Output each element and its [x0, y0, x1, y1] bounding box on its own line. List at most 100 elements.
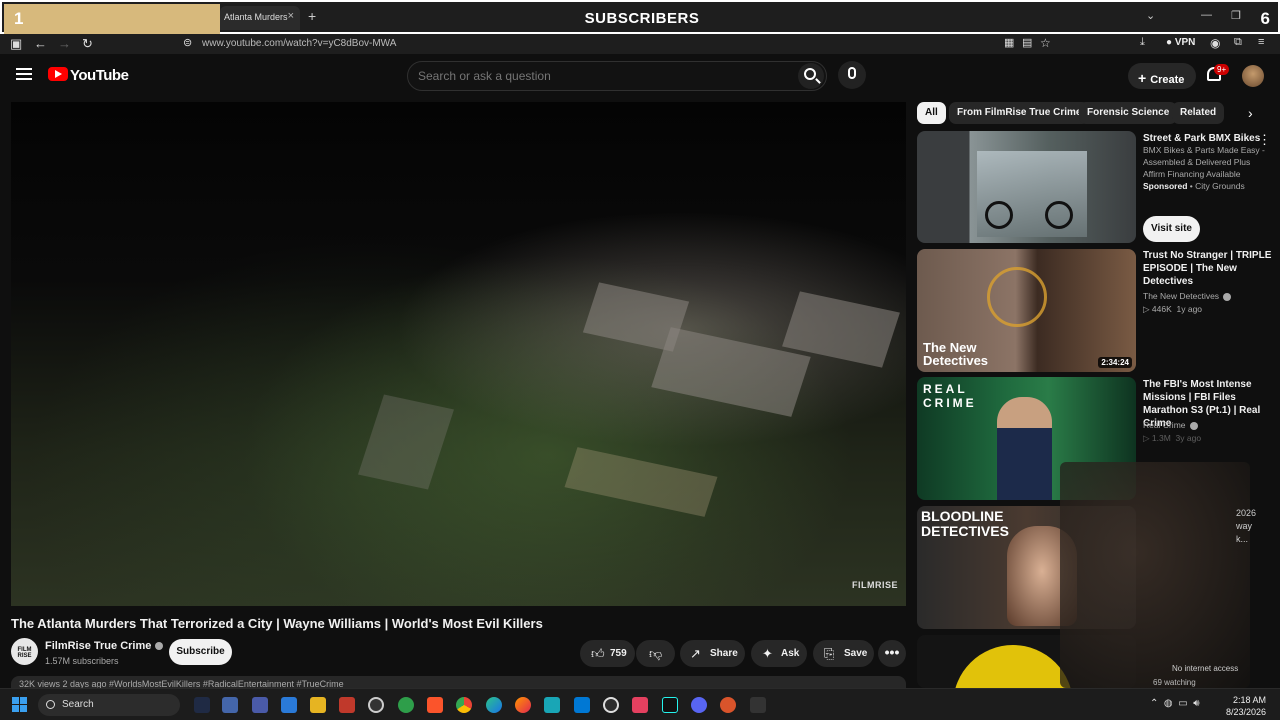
- reader-icon[interactable]: ▤: [1022, 36, 1032, 49]
- tab-title: Atlanta Murders: [224, 12, 288, 22]
- share-button[interactable]: ↗ Share: [680, 640, 745, 667]
- edge-icon[interactable]: [486, 697, 502, 713]
- discord-icon[interactable]: [691, 697, 707, 713]
- partial-text-line: 2026: [1236, 508, 1257, 518]
- plus-icon: +: [1138, 70, 1147, 86]
- app-icon[interactable]: [632, 697, 648, 713]
- hamburger-menu-icon[interactable]: [16, 68, 32, 80]
- upload-age: 3y ago: [1175, 433, 1202, 443]
- channel-name[interactable]: Real Crime: [1143, 419, 1273, 431]
- extensions-icon[interactable]: ⧉: [1234, 36, 1242, 49]
- view-count: 446K: [1151, 304, 1172, 314]
- app-icon[interactable]: [544, 697, 560, 713]
- video-thumbnail[interactable]: The New Detectives 2:34:24: [917, 249, 1136, 372]
- browser-tab[interactable]: Atlanta Murders ×: [220, 6, 300, 30]
- app-icon[interactable]: [398, 697, 414, 713]
- minimize-button[interactable]: —: [1201, 9, 1212, 21]
- forward-arrow-icon[interactable]: →: [58, 36, 71, 51]
- video-frame-shape: [564, 447, 718, 517]
- bookmark-icon: ⎘: [824, 646, 835, 661]
- tab-list-chevron-icon[interactable]: ⌄: [1146, 9, 1155, 22]
- share-arrow-icon: ↗: [690, 646, 701, 661]
- github-icon[interactable]: [603, 697, 619, 713]
- app-icon[interactable]: [750, 697, 766, 713]
- chip-forensic-science[interactable]: Forensic Science: [1079, 102, 1178, 124]
- logo-shape: [953, 645, 1073, 688]
- youtube-wordmark[interactable]: YouTube: [70, 67, 129, 84]
- app-icon[interactable]: [252, 697, 268, 713]
- video-frame-shape: [358, 394, 454, 490]
- chip-related[interactable]: Related: [1172, 102, 1225, 124]
- download-icon[interactable]: ⤓: [1140, 36, 1145, 49]
- vpn-button[interactable]: ● VPN: [1166, 37, 1195, 48]
- chip-from-channel[interactable]: From FilmRise True Crime: [949, 102, 1090, 124]
- app-icon[interactable]: [194, 697, 210, 713]
- bookmark-star-icon[interactable]: ☆: [1040, 36, 1051, 50]
- profile-icon[interactable]: ◉: [1210, 36, 1220, 50]
- video-title: The Atlanta Murders That Terrorized a Ci…: [11, 616, 543, 631]
- app-icon[interactable]: [222, 697, 238, 713]
- like-count: 759: [610, 648, 627, 659]
- app-icon[interactable]: [368, 697, 384, 713]
- firefox-icon[interactable]: [515, 697, 531, 713]
- url-field[interactable]: www.youtube.com/watch?v=yC8dBov-MWA: [202, 38, 396, 49]
- site-info-icon[interactable]: ⊜: [183, 36, 192, 49]
- brave-browser-icon[interactable]: [427, 697, 443, 713]
- voice-search-button[interactable]: [838, 61, 866, 89]
- video-player[interactable]: FILMRISE: [11, 102, 906, 606]
- tiktok-icon[interactable]: [662, 697, 678, 713]
- windows-start-icon[interactable]: [12, 697, 28, 713]
- chip-all[interactable]: All: [917, 102, 946, 124]
- tab-close-icon[interactable]: ×: [288, 10, 294, 22]
- verified-check-icon: [1223, 292, 1232, 301]
- file-explorer-icon[interactable]: [310, 697, 326, 713]
- youtube-logo-icon[interactable]: [48, 67, 68, 81]
- more-actions-button[interactable]: •••: [878, 640, 906, 667]
- like-button[interactable]: 👍︎ 759: [580, 640, 635, 667]
- taskbar-search-label: Search: [62, 699, 94, 710]
- channel-name[interactable]: The New Detectives: [1143, 290, 1273, 302]
- overlay-counter-left: 1: [4, 4, 220, 34]
- search-input[interactable]: [418, 69, 778, 83]
- subscribe-button[interactable]: Subscribe: [169, 639, 232, 665]
- video-title-link[interactable]: Trust No Stranger | TRIPLE EPISODE | The…: [1143, 249, 1273, 288]
- search-box[interactable]: [407, 61, 827, 91]
- ask-label: Ask: [781, 648, 800, 659]
- sidebar-toggle-icon[interactable]: ▣: [10, 36, 22, 52]
- save-button[interactable]: ⎘ Save: [813, 640, 874, 667]
- chrome-icon[interactable]: [456, 697, 472, 713]
- windows-taskbar: Search ⌃ ◍ ▭ 🔊︎ 2:18 AM 8/23/2026: [0, 688, 1280, 720]
- back-arrow-icon[interactable]: ←: [34, 36, 47, 51]
- system-tray-icons[interactable]: ⌃ ◍ ▭ 🔊︎: [1150, 698, 1200, 709]
- taskbar-clock[interactable]: 2:18 AM 8/23/2026: [1226, 694, 1266, 718]
- ad-thumbnail[interactable]: [917, 131, 1136, 243]
- maximize-button[interactable]: ❐: [1231, 9, 1241, 22]
- video-watermark: FILMRISE: [852, 580, 898, 590]
- visit-site-button[interactable]: Visit site: [1143, 216, 1200, 242]
- screenshot-icon[interactable]: ▦: [1004, 36, 1014, 49]
- sponsored-label: Sponsored: [1143, 181, 1188, 191]
- search-button[interactable]: [798, 63, 824, 89]
- channel-avatar[interactable]: FILM RISE: [11, 638, 38, 665]
- ad-advertiser: City Grounds: [1195, 181, 1245, 191]
- dislike-button[interactable]: 👎︎: [636, 640, 675, 667]
- channel-name[interactable]: FilmRise True Crime: [45, 640, 164, 652]
- app-icon[interactable]: [720, 697, 736, 713]
- vscode-icon[interactable]: [574, 697, 590, 713]
- no-internet-label: No internet access: [1172, 664, 1239, 673]
- kebab-menu-icon[interactable]: ⋮: [1258, 132, 1271, 148]
- app-icon[interactable]: [339, 697, 355, 713]
- create-button[interactable]: + Create: [1128, 63, 1196, 89]
- search-icon: [46, 700, 55, 709]
- ask-button[interactable]: ✦ Ask: [751, 640, 807, 667]
- reload-icon[interactable]: ↻: [82, 36, 93, 52]
- chevron-right-icon[interactable]: ›: [1248, 105, 1253, 121]
- app-icon[interactable]: [281, 697, 297, 713]
- sparkle-icon: ✦: [762, 646, 773, 661]
- video-stats: ▷ 1.3M 3y ago: [1143, 433, 1202, 443]
- browser-menu-icon[interactable]: ≡: [1258, 36, 1264, 48]
- taskbar-search[interactable]: Search: [38, 694, 180, 716]
- user-avatar[interactable]: [1242, 65, 1264, 87]
- new-tab-button[interactable]: +: [308, 8, 316, 24]
- video-stats: ▷ 446K 1y ago: [1143, 304, 1203, 314]
